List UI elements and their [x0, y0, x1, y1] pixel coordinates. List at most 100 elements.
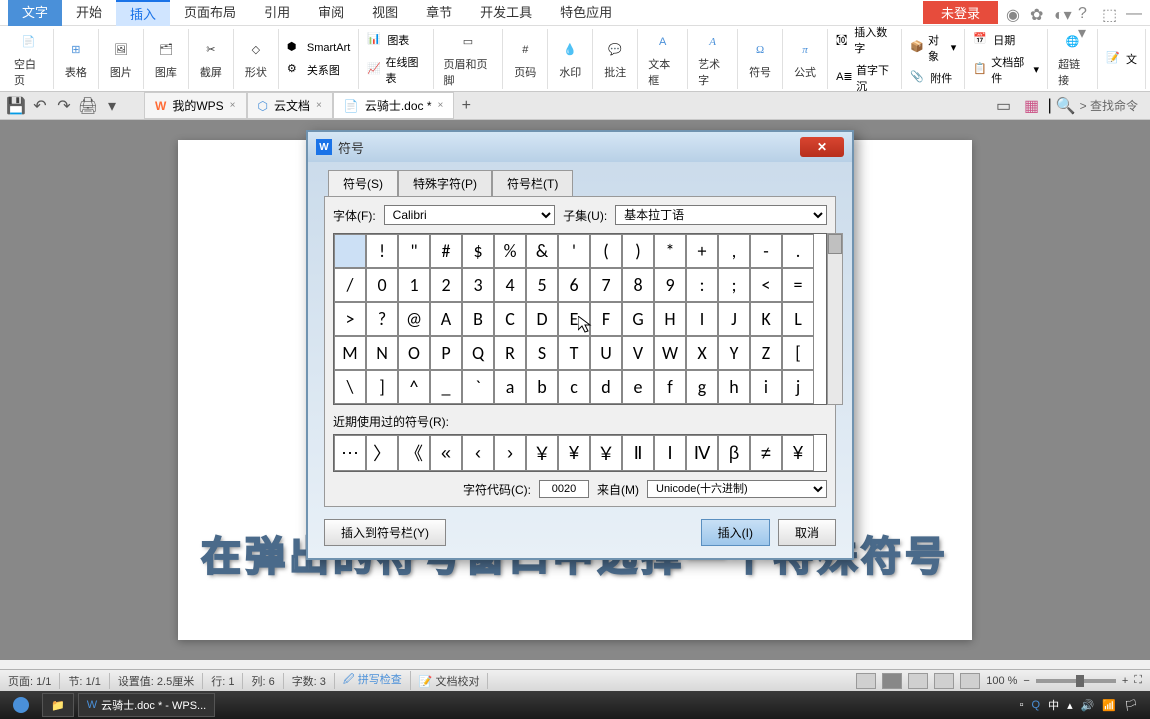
picture-button[interactable]: 🖼 图片 — [105, 38, 137, 80]
symbol-cell[interactable]: < — [750, 268, 782, 302]
object-button[interactable]: 📦对象▾ — [908, 30, 958, 66]
symbol-cell[interactable]: a — [494, 370, 526, 404]
menu-review[interactable]: 审阅 — [304, 0, 358, 26]
shapes-button[interactable]: ◇ 形状 — [240, 38, 272, 80]
symbol-cell[interactable]: 4 — [494, 268, 526, 302]
symbol-cell[interactable]: J — [718, 302, 750, 336]
symbol-cell[interactable]: G — [622, 302, 654, 336]
symbol-cell[interactable]: - — [750, 234, 782, 268]
recent-symbol-cell[interactable]: Ⅱ — [622, 435, 654, 471]
symbol-cell[interactable]: _ — [430, 370, 462, 404]
attachment-button[interactable]: 📎附件 — [908, 68, 958, 88]
hyperlink-button[interactable]: 🌐 超链接 — [1054, 30, 1091, 88]
globe-icon[interactable]: ◉ — [1006, 5, 1022, 21]
menu-file[interactable]: 文字 — [8, 0, 62, 26]
symbol-cell[interactable] — [334, 234, 366, 268]
symbol-cell[interactable]: b — [526, 370, 558, 404]
tray-icon-2[interactable]: Q — [1032, 699, 1041, 711]
tray-icon-1[interactable]: ▫ — [1020, 699, 1024, 711]
symbol-cell[interactable]: : — [686, 268, 718, 302]
doc-parts-button[interactable]: 📋文档部件▾ — [971, 52, 1041, 88]
status-page[interactable]: 页面: 1/1 — [8, 673, 60, 689]
screenshot-button[interactable]: ✂ 截屏 — [195, 38, 227, 80]
add-tab-button[interactable]: + — [454, 95, 478, 117]
symbol-cell[interactable]: \ — [334, 370, 366, 404]
symbol-cell[interactable]: ; — [718, 268, 750, 302]
online-chart-button[interactable]: 📈在线图表 — [365, 52, 426, 88]
from-select[interactable]: Unicode(十六进制) — [647, 480, 827, 498]
status-row[interactable]: 行: 1 — [211, 673, 243, 689]
page-num-button[interactable]: # 页码 — [509, 38, 541, 80]
symbol-cell[interactable]: j — [782, 370, 814, 404]
doc-tab-current[interactable]: 📄 云骑士.doc * × — [333, 92, 454, 119]
search-label[interactable]: > 查找命令 — [1080, 97, 1138, 114]
close-icon[interactable]: × — [230, 100, 236, 111]
view-mode-4[interactable] — [934, 673, 954, 689]
insert-button[interactable]: 插入(I) — [701, 519, 770, 546]
insert-num-button[interactable]: ㉈插入数字 — [834, 22, 895, 58]
symbol-cell[interactable]: g — [686, 370, 718, 404]
symbol-cell[interactable]: ) — [622, 234, 654, 268]
network-icon[interactable]: 📶 — [1102, 699, 1116, 712]
symbol-cell[interactable]: " — [398, 234, 430, 268]
symbol-cell[interactable]: ] — [366, 370, 398, 404]
symbol-cell[interactable]: F — [590, 302, 622, 336]
menu-view[interactable]: 视图 — [358, 0, 412, 26]
more-icon[interactable]: ?▾ — [1078, 5, 1094, 21]
view-mode-5[interactable] — [960, 673, 980, 689]
text-button[interactable]: 📝文 — [1104, 49, 1139, 69]
symbol-cell[interactable]: Z — [750, 336, 782, 370]
symbol-cell[interactable]: K — [750, 302, 782, 336]
zoom-value[interactable]: 100 % — [986, 675, 1017, 687]
recent-symbol-cell[interactable]: β — [718, 435, 750, 471]
wordart-button[interactable]: A 艺术字 — [694, 30, 731, 88]
symbol-cell[interactable]: U — [590, 336, 622, 370]
symbol-cell[interactable]: Y — [718, 336, 750, 370]
recent-symbol-cell[interactable]: ￥ — [526, 435, 558, 471]
textbox-button[interactable]: A 文本框 — [644, 30, 681, 88]
zoom-in-button[interactable]: + — [1122, 675, 1128, 687]
smartart-button[interactable]: ⬢SmartArt — [285, 38, 352, 58]
symbol-cell[interactable]: ^ — [398, 370, 430, 404]
font-select[interactable]: Calibri — [384, 205, 555, 225]
tab-symbol-bar[interactable]: 符号栏(T) — [492, 170, 573, 196]
recent-symbol-cell[interactable]: 《 — [398, 435, 430, 471]
symbol-button[interactable]: Ω 符号 — [744, 38, 776, 80]
symbol-cell[interactable]: 9 — [654, 268, 686, 302]
ime-indicator[interactable]: 中 — [1048, 697, 1059, 713]
up-icon[interactable]: ⬚ — [1102, 5, 1118, 21]
minimize-icon[interactable]: — — [1126, 5, 1142, 21]
scrollbar[interactable] — [827, 233, 843, 405]
symbol-cell[interactable]: R — [494, 336, 526, 370]
tab-special-chars[interactable]: 特殊字符(P) — [398, 170, 492, 196]
blank-page-button[interactable]: 📄 空白页 — [10, 30, 47, 88]
symbol-cell[interactable]: O — [398, 336, 430, 370]
symbol-cell[interactable]: & — [526, 234, 558, 268]
symbol-cell[interactable]: H — [654, 302, 686, 336]
dialog-titlebar[interactable]: W 符号 ✕ — [308, 132, 852, 162]
recent-symbol-cell[interactable]: ￥ — [590, 435, 622, 471]
volume-icon[interactable]: 🔊 — [1081, 699, 1095, 712]
symbol-cell[interactable]: E — [558, 302, 590, 336]
symbol-cell[interactable]: T — [558, 336, 590, 370]
symbol-cell[interactable]: B — [462, 302, 494, 336]
symbol-cell[interactable]: i — [750, 370, 782, 404]
close-button[interactable]: ✕ — [800, 137, 844, 157]
tray-expand-icon[interactable]: ▴ — [1067, 699, 1073, 712]
symbol-cell[interactable]: = — [782, 268, 814, 302]
chart-button[interactable]: 📊图表 — [365, 30, 426, 50]
symbol-cell[interactable]: , — [718, 234, 750, 268]
watermark-button[interactable]: 💧 水印 — [554, 38, 586, 80]
recent-symbol-cell[interactable]: Ⅳ — [686, 435, 718, 471]
symbol-cell[interactable]: P — [430, 336, 462, 370]
recent-symbol-cell[interactable]: ⋯ — [334, 435, 366, 471]
status-proofing[interactable]: 📝 文档校对 — [419, 673, 489, 689]
fullscreen-icon[interactable]: ⛶ — [1134, 674, 1142, 687]
first-char-button[interactable]: A≣首字下沉 — [834, 60, 895, 96]
symbol-cell[interactable]: Q — [462, 336, 494, 370]
scroll-thumb[interactable] — [828, 234, 842, 254]
relation-button[interactable]: ⚙关系图 — [285, 60, 352, 80]
preview-icon[interactable]: ▾ — [100, 95, 124, 117]
flag-icon[interactable]: 🏳 — [1124, 699, 1138, 712]
symbol-cell[interactable]: * — [654, 234, 686, 268]
